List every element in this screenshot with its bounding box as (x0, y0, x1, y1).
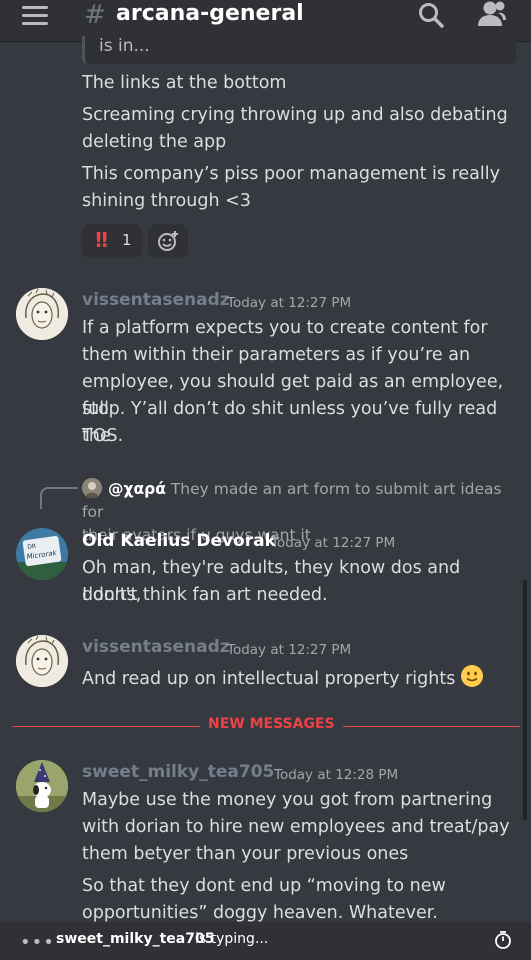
replied-username: @χαρά (108, 480, 166, 498)
scrollbar[interactable] (523, 580, 527, 820)
message-line: them betyer than your previous ones (82, 844, 409, 864)
svg-text:DR: DR (27, 543, 37, 551)
reaction-count: 1 (122, 231, 132, 249)
add-reaction-icon (158, 231, 178, 251)
message-username[interactable]: sweet_milky_tea705 (82, 762, 274, 782)
message-timestamp: Today at 12:27 PM (271, 535, 396, 551)
typing-dots-icon: ••• (20, 932, 55, 953)
reaction-double-exclamation[interactable]: !! 1 (82, 224, 142, 258)
channel-hash-icon: # (84, 0, 106, 30)
message-username[interactable]: vissentasenadz (82, 290, 230, 310)
wizard-snoopy-avatar-icon (16, 760, 68, 812)
message-timestamp: Today at 12:27 PM (227, 295, 352, 311)
message-text: And read up on intellectual property rig… (82, 669, 456, 689)
new-messages-label: NEW MESSAGES (200, 716, 343, 732)
stopwatch-icon[interactable] (494, 930, 512, 950)
reply-connector (40, 487, 78, 509)
reply-preview[interactable]: is in... (82, 36, 516, 64)
typing-indicator: ••• sweet_milky_tea705 is typing... (0, 922, 531, 960)
message-line: deleting the app (82, 132, 227, 152)
message-line: Maybe use the money you got from partner… (82, 790, 493, 810)
message-timestamp: Today at 12:28 PM (274, 767, 399, 783)
message-line: with dorian to hire new employees and tr… (82, 817, 510, 837)
message-line: them within their parameters as if you’r… (82, 345, 471, 365)
search-icon[interactable] (418, 2, 444, 28)
sketch-face-avatar-icon (16, 288, 68, 340)
slightly-smiling-face-icon (461, 665, 484, 687)
menu-icon[interactable] (22, 6, 48, 26)
message-line: And read up on intellectual property rig… (82, 665, 522, 693)
members-icon[interactable] (477, 0, 507, 28)
double-exclamation-icon: !! (94, 228, 109, 252)
avatar[interactable]: DR Microrak (16, 528, 68, 580)
sign-avatar-icon: DR Microrak (16, 528, 68, 580)
add-reaction-button[interactable] (148, 224, 188, 258)
message-line: shining through <3 (82, 191, 251, 211)
message-line: So that they dont end up “moving to new (82, 876, 446, 896)
message-line: If a platform expects you to create cont… (82, 318, 488, 338)
replied-user-avatar (82, 478, 102, 498)
typing-username: sweet_milky_tea705 (56, 931, 215, 947)
message-line: I don't think fan art needed. (82, 585, 328, 605)
typing-text: is typing... (195, 931, 269, 947)
reply-preview-text: is in... (99, 36, 150, 56)
sketch-face-avatar-icon (16, 635, 68, 687)
avatar[interactable] (16, 288, 68, 340)
message-line: This company’s piss poor management is r… (82, 164, 500, 184)
avatar[interactable] (16, 760, 68, 812)
message-line: Screaming crying throwing up and also de… (82, 105, 508, 125)
message-line: TOS. (82, 426, 124, 446)
message-username[interactable]: Old Kaelius Devorak (82, 531, 276, 551)
message-username[interactable]: vissentasenadz (82, 637, 230, 657)
avatar[interactable] (16, 635, 68, 687)
channel-name[interactable]: arcana-general (116, 1, 304, 26)
message-timestamp: Today at 12:27 PM (227, 642, 352, 658)
message-line: The links at the bottom (82, 73, 287, 93)
